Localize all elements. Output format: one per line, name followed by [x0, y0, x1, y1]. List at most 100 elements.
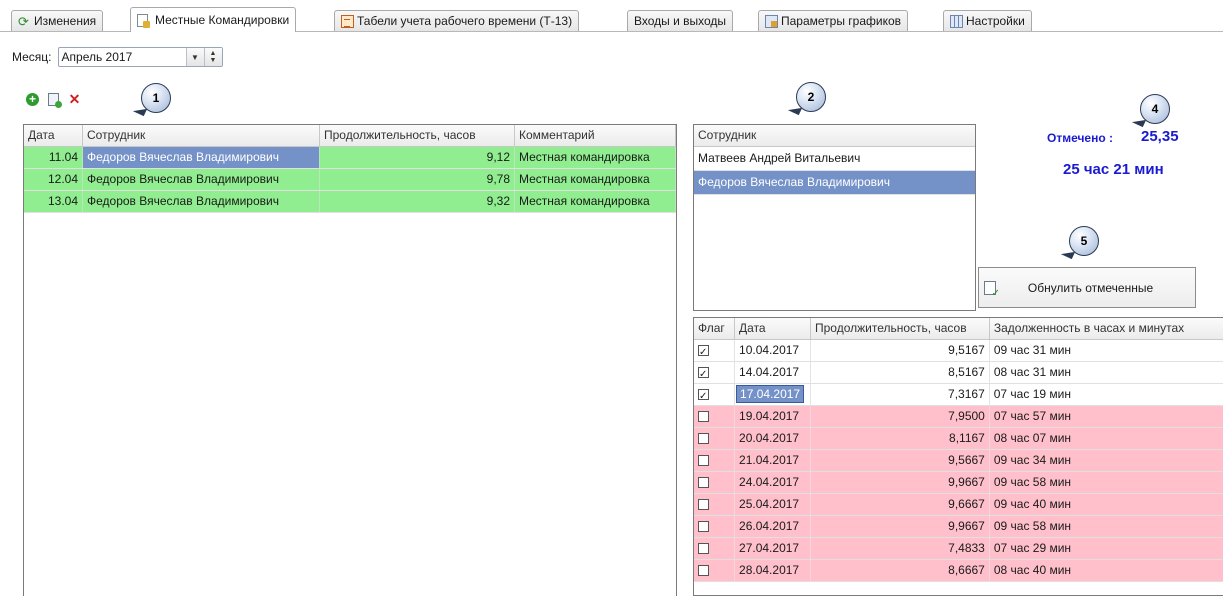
flag-checkbox[interactable] [698, 411, 709, 423]
table-row[interactable]: 14.04.20178,516708 час 31 мин [694, 362, 1223, 384]
cell-flag [694, 560, 736, 581]
cell-debt: 08 час 40 мин [993, 563, 1072, 577]
flag-checkbox[interactable] [698, 521, 709, 533]
table-row[interactable]: 19.04.2017 7,9500 07 час 57 мин [694, 406, 1223, 428]
table-row[interactable]: 25.04.2017 9,6667 09 час 40 мин [694, 494, 1223, 516]
table-row[interactable]: 13.04 Федоров Вячеслав Владимирович 9,32… [24, 191, 676, 213]
copy-button[interactable] [46, 92, 62, 108]
cell-hours: 7,4833 [811, 538, 990, 559]
cell-date: 27.04.2017 [735, 538, 811, 559]
cell-hours: 7,3167 [811, 384, 990, 405]
spinner-icon[interactable]: ▲ ▼ [203, 48, 222, 66]
table-row[interactable]: 27.04.2017 7,4833 07 час 29 мин [694, 538, 1223, 560]
flag-checkbox[interactable] [698, 455, 709, 467]
column-header-date[interactable]: Дата [735, 318, 811, 339]
cell-debt: 09 час 34 мин [993, 453, 1072, 467]
table-row[interactable]: 12.04 Федоров Вячеслав Владимирович 9,78… [24, 169, 676, 191]
tab-label: Табели учета рабочего времени (Т-13) [357, 14, 573, 28]
column-header-debt[interactable]: Задолженность в часах и минутах [990, 318, 1223, 339]
flag-checkbox[interactable] [698, 343, 709, 361]
cell-date: 25.04.2017 [735, 494, 811, 515]
cell-date-selected: 17.04.2017 [736, 385, 805, 403]
tab-label: Настройки [966, 14, 1025, 28]
cell-flag [694, 538, 736, 559]
flag-checkbox[interactable] [698, 387, 709, 405]
column-header-employee[interactable]: Сотрудник [83, 125, 320, 146]
cell-debt: 07 час 19 мин [993, 387, 1071, 401]
table-row[interactable]: 11.04 Федоров Вячеслав Владимирович 9,12… [24, 147, 676, 169]
month-value: Апрель 2017 [61, 50, 133, 64]
column-header-date[interactable]: Дата [24, 125, 83, 146]
cell-flag [694, 362, 736, 383]
tab-settings[interactable]: Настройки [943, 10, 1032, 31]
month-field[interactable]: Апрель 2017 ▼ ▲ ▼ [57, 47, 223, 67]
employees-table-header: Сотрудник [694, 125, 975, 147]
column-header-hours[interactable]: Продолжительность, часов [320, 125, 515, 146]
delete-icon: ✕ [68, 91, 81, 107]
column-header-employee[interactable]: Сотрудник [694, 125, 975, 146]
cell-hours: 9,78 [320, 169, 515, 190]
tab-label: Местные Командировки [155, 13, 290, 27]
column-header-hours[interactable]: Продолжительность, часов [811, 318, 990, 339]
marked-label: Отмечено : [1047, 131, 1114, 145]
flag-checkbox[interactable] [698, 365, 709, 383]
callout-4: 4 [1140, 94, 1170, 124]
cell-debt: 08 час 07 мин [993, 431, 1072, 445]
tab-schedule-params[interactable]: Параметры графиков [758, 10, 909, 31]
tab-local-trips[interactable]: Местные Командировки [130, 7, 297, 32]
list-item[interactable]: Федоров Вячеслав Владимирович [694, 171, 975, 195]
reset-marked-button[interactable]: Обнулить отмеченные [978, 267, 1196, 308]
cell-comment: Местная командировка [515, 169, 676, 190]
cell-debt: 09 час 58 мин [993, 519, 1072, 533]
cell-date: 26.04.2017 [735, 516, 811, 537]
cell-employee: Федоров Вячеслав Владимирович [83, 169, 320, 190]
params-icon [765, 14, 778, 28]
dropdown-arrow-icon[interactable]: ▼ [185, 48, 204, 66]
column-header-comment[interactable]: Комментарий [515, 125, 676, 146]
cell-flag [694, 494, 736, 515]
add-button[interactable]: + [25, 92, 40, 107]
flag-checkbox[interactable] [698, 477, 709, 489]
flag-checkbox[interactable] [698, 499, 709, 511]
tab-label: Входы и выходы [634, 14, 727, 28]
trips-toolbar: + ✕ [25, 91, 82, 108]
delete-button[interactable]: ✕ [67, 91, 82, 107]
tab-changes[interactable]: ⟳ Изменения [11, 10, 104, 31]
cell-flag [694, 428, 736, 449]
table-row[interactable]: 20.04.2017 8,1167 08 час 07 мин [694, 428, 1223, 450]
cell-date: 14.04.2017 [735, 362, 811, 383]
cell-flag [694, 406, 736, 427]
cell-hours: 9,9667 [811, 516, 990, 537]
table-row[interactable]: 28.04.2017 8,6667 08 час 40 мин [694, 560, 1223, 582]
tab-bar: ⟳ Изменения Местные Командировки Табели … [0, 0, 1223, 32]
cell-employee: Матвеев Андрей Витальевич [698, 151, 861, 165]
table-row[interactable]: 17.04.2017 7,316707 час 19 мин [694, 384, 1223, 406]
cell-hours: 8,5167 [811, 362, 990, 383]
table-row[interactable]: 24.04.2017 9,9667 09 час 58 мин [694, 472, 1223, 494]
cell-employee: Федоров Вячеслав Владимирович [698, 175, 890, 189]
cell-flag [694, 340, 736, 361]
cell-comment: Местная командировка [515, 191, 676, 212]
cell-hours: 9,12 [320, 147, 515, 168]
table-row[interactable]: 26.04.2017 9,9667 09 час 58 мин [694, 516, 1223, 538]
cell-comment: Местная командировка [515, 147, 676, 168]
month-selector: Месяц: Апрель 2017 ▼ ▲ ▼ [12, 46, 223, 68]
cell-date: 24.04.2017 [735, 472, 811, 493]
column-header-flag[interactable]: Флаг [694, 318, 736, 339]
table-row[interactable]: 21.04.2017 9,5667 09 час 34 мин [694, 450, 1223, 472]
cell-debt: 08 час 31 мин [993, 365, 1072, 379]
tab-timesheets[interactable]: Табели учета рабочего времени (Т-13) [334, 10, 580, 31]
cell-hours: 8,1167 [811, 428, 990, 449]
table-row[interactable]: 10.04.20179,516709 час 31 мин [694, 340, 1223, 362]
cell-hours: 9,5667 [811, 450, 990, 471]
marked-time: 25 час 21 мин [1063, 161, 1164, 178]
flag-checkbox[interactable] [698, 565, 709, 577]
flag-checkbox[interactable] [698, 543, 709, 555]
tab-entries-exits[interactable]: Входы и выходы [627, 10, 734, 31]
flag-checkbox[interactable] [698, 433, 709, 445]
add-icon: + [26, 93, 39, 106]
cell-flag [694, 472, 736, 493]
list-item[interactable]: Матвеев Андрей Витальевич [694, 147, 975, 171]
cell-hours: 7,9500 [811, 406, 990, 427]
reset-button-label: Обнулить отмеченные [1027, 280, 1154, 295]
